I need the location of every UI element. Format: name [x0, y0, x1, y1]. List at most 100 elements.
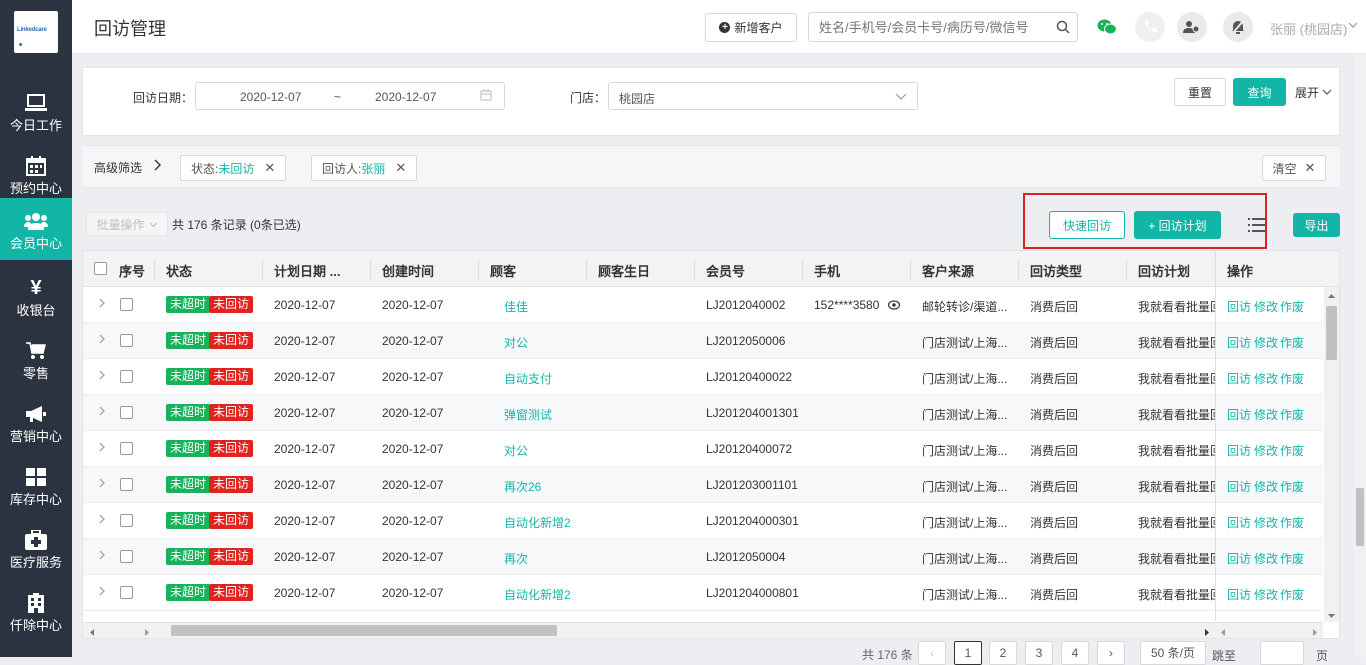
- customer-link[interactable]: 自动化新增2: [504, 514, 571, 531]
- table-vertical-scroll-thumb[interactable]: [1326, 306, 1337, 360]
- visit-action-link[interactable]: 回访: [1227, 406, 1251, 423]
- sidebar-item-marketing[interactable]: 营销中心: [0, 391, 72, 453]
- customer-link[interactable]: 对公: [504, 442, 528, 459]
- scroll-down-icon[interactable]: [1327, 609, 1336, 623]
- edit-action-link[interactable]: 修改: [1254, 334, 1278, 351]
- page-size-select[interactable]: 50 条/页: [1140, 641, 1206, 665]
- visit-action-link[interactable]: 回访: [1227, 334, 1251, 351]
- void-action-link[interactable]: 作废: [1280, 334, 1304, 351]
- date-start[interactable]: 2020-12-07: [240, 90, 301, 104]
- expand-row-icon[interactable]: [98, 369, 106, 383]
- page-button[interactable]: 3: [1025, 641, 1053, 665]
- page-scroll-thumb[interactable]: [1356, 488, 1364, 546]
- visit-plan-button[interactable]: + 回访计划: [1134, 211, 1221, 239]
- col-plan-date[interactable]: 计划日期 ...: [274, 261, 340, 280]
- table-row[interactable]: 未超时 未回访 2020-12-07 2020-12-07 自动支付 LJ20120400…: [83, 359, 1323, 395]
- search-icon[interactable]: [1056, 20, 1070, 37]
- expand-row-icon[interactable]: [98, 477, 106, 491]
- table-row[interactable]: 未超时 未回访 2020-12-07 2020-12-07 对公 LJ2012050006…: [83, 323, 1323, 359]
- customer-link[interactable]: 再次: [504, 550, 528, 567]
- expand-row-icon[interactable]: [98, 405, 106, 419]
- store-select[interactable]: 桃园店: [608, 82, 918, 110]
- visit-action-link[interactable]: 回访: [1227, 586, 1251, 603]
- customer-link[interactable]: 佳佳: [504, 298, 528, 315]
- void-action-link[interactable]: 作废: [1280, 370, 1304, 387]
- date-range-picker[interactable]: 2020-12-07 ~ 2020-12-07: [195, 82, 505, 110]
- sidebar-item-inventory[interactable]: 库存中心: [0, 454, 72, 516]
- edit-action-link[interactable]: 修改: [1254, 370, 1278, 387]
- visit-action-link[interactable]: 回访: [1227, 550, 1251, 567]
- search-input[interactable]: [809, 13, 1044, 41]
- app-logo[interactable]: Linkedcare: [14, 11, 58, 53]
- customer-link[interactable]: 弹窗测试: [504, 406, 552, 423]
- table-row[interactable]: 未超时 未回访 2020-12-07 2020-12-07 弹窗测试 LJ20120400…: [83, 395, 1323, 431]
- wechat-icon[interactable]: [1092, 12, 1122, 42]
- sidebar-item-retail[interactable]: 零售: [0, 328, 72, 390]
- edit-action-link[interactable]: 修改: [1254, 442, 1278, 459]
- reset-button[interactable]: 重置: [1174, 78, 1226, 106]
- chevron-right-icon[interactable]: [152, 158, 162, 175]
- edit-action-link[interactable]: 修改: [1254, 298, 1278, 315]
- visit-action-link[interactable]: 回访: [1227, 298, 1251, 315]
- scroll-up-icon[interactable]: [1327, 289, 1336, 303]
- void-action-link[interactable]: 作废: [1280, 586, 1304, 603]
- sidebar-item-cashier[interactable]: ¥ 收银台: [0, 265, 72, 327]
- edit-action-link[interactable]: 修改: [1254, 514, 1278, 531]
- visit-action-link[interactable]: 回访: [1227, 514, 1251, 531]
- table-row[interactable]: 未超时 未回访 2020-12-07 2020-12-07 自动化新增2 LJ201204…: [83, 575, 1323, 611]
- page-button[interactable]: 2: [989, 641, 1017, 665]
- row-checkbox[interactable]: [120, 586, 133, 599]
- quick-visit-button[interactable]: 快速回访: [1049, 211, 1125, 239]
- next-page-button[interactable]: ›: [1097, 641, 1125, 665]
- clear-filters-button[interactable]: 清空 ✕: [1262, 155, 1326, 181]
- row-checkbox[interactable]: [120, 370, 133, 383]
- table-row[interactable]: 未超时 未回访 2020-12-07 2020-12-07 再次26 LJ20120300…: [83, 467, 1323, 503]
- void-action-link[interactable]: 作废: [1280, 478, 1304, 495]
- batch-operation-select[interactable]: 批量操作: [86, 212, 168, 236]
- table-row[interactable]: 未超时 未回访 2020-12-07 2020-12-07 自动化新增2 LJ201204…: [83, 503, 1323, 539]
- row-checkbox[interactable]: [120, 514, 133, 527]
- expand-row-icon[interactable]: [98, 585, 106, 599]
- query-button[interactable]: 查询: [1233, 78, 1286, 106]
- mute-notification-icon[interactable]: [1223, 12, 1253, 42]
- customer-link[interactable]: 自动支付: [504, 370, 552, 387]
- prev-page-button[interactable]: ‹: [918, 641, 946, 665]
- close-icon[interactable]: ✕: [395, 160, 406, 176]
- row-checkbox[interactable]: [120, 478, 133, 491]
- customer-link[interactable]: 对公: [504, 334, 528, 351]
- group-settings-icon[interactable]: [1177, 12, 1207, 42]
- edit-action-link[interactable]: 修改: [1254, 406, 1278, 423]
- sidebar-item-today-work[interactable]: 今日工作: [0, 80, 72, 142]
- add-customer-button[interactable]: + 新增客户: [705, 13, 797, 42]
- jump-page-input[interactable]: [1260, 641, 1304, 665]
- page-vertical-scrollbar[interactable]: [1354, 54, 1366, 657]
- export-button[interactable]: 导出: [1293, 213, 1340, 237]
- close-icon[interactable]: ✕: [264, 160, 275, 176]
- current-user[interactable]: 张丽 (桃园店): [1270, 19, 1347, 38]
- visit-action-link[interactable]: 回访: [1227, 370, 1251, 387]
- expand-row-icon[interactable]: [98, 297, 106, 311]
- expand-toggle[interactable]: 展开: [1295, 84, 1332, 101]
- page-button[interactable]: 4: [1061, 641, 1089, 665]
- table-row[interactable]: 未超时 未回访 2020-12-07 2020-12-07 佳佳 LJ2012040002…: [83, 287, 1323, 323]
- expand-row-icon[interactable]: [98, 513, 106, 527]
- customer-link[interactable]: 再次26: [504, 478, 541, 495]
- void-action-link[interactable]: 作废: [1280, 298, 1304, 315]
- sidebar-item-medical[interactable]: 医疗服务: [0, 517, 72, 579]
- edit-action-link[interactable]: 修改: [1254, 586, 1278, 603]
- row-checkbox[interactable]: [120, 550, 133, 563]
- sidebar-item-other[interactable]: 仟除中心: [0, 580, 72, 642]
- sidebar-item-appointment[interactable]: 预约中心: [0, 143, 72, 205]
- row-checkbox[interactable]: [120, 442, 133, 455]
- advanced-filter-label[interactable]: 高级筛选: [94, 159, 142, 176]
- void-action-link[interactable]: 作废: [1280, 442, 1304, 459]
- row-checkbox[interactable]: [120, 406, 133, 419]
- select-all-checkbox[interactable]: [94, 262, 107, 275]
- sidebar-item-member-center[interactable]: 会员中心: [0, 198, 72, 260]
- void-action-link[interactable]: 作废: [1280, 550, 1304, 567]
- row-checkbox[interactable]: [120, 298, 133, 311]
- expand-row-icon[interactable]: [98, 333, 106, 347]
- expand-row-icon[interactable]: [98, 549, 106, 563]
- phone-icon[interactable]: [1135, 12, 1165, 42]
- table-row[interactable]: 未超时 未回访 2020-12-07 2020-12-07 再次 LJ2012050004…: [83, 539, 1323, 575]
